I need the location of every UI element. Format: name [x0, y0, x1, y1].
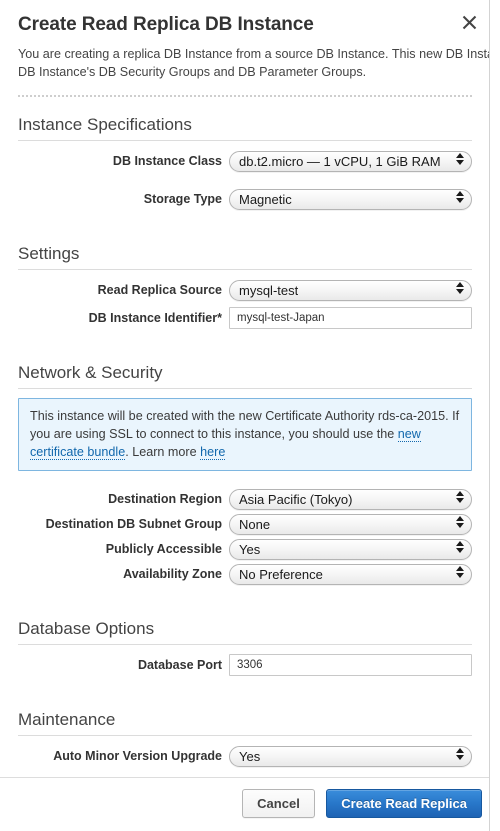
field-row-destination-region: Destination Region Asia Pacific (Tokyo): [18, 488, 472, 510]
storage-type-select[interactable]: Magnetic: [229, 188, 472, 210]
chevron-updown-icon: [455, 282, 464, 298]
dialog-header: Create Read Replica DB Instance: [0, 0, 490, 42]
destination-region-value: Asia Pacific (Tokyo): [239, 491, 353, 507]
availability-zone-value: No Preference: [239, 566, 323, 582]
chevron-updown-icon: [455, 566, 464, 582]
header-divider: [18, 95, 472, 97]
publicly-accessible-select[interactable]: Yes: [229, 538, 472, 560]
label-auto-minor-version-upgrade: Auto Minor Version Upgrade: [53, 748, 222, 763]
section-title-network-security: Network & Security: [18, 345, 472, 389]
close-icon[interactable]: [456, 10, 482, 36]
label-db-instance-identifier: DB Instance Identifier*: [88, 310, 222, 325]
db-instance-class-select[interactable]: db.t2.micro — 1 vCPU, 1 GiB RAM: [229, 150, 472, 172]
section-title-maintenance: Maintenance: [18, 692, 472, 736]
field-row-publicly-accessible: Publicly Accessible Yes: [18, 538, 472, 560]
label-db-instance-class: DB Instance Class: [112, 153, 222, 168]
destination-db-subnet-group-select[interactable]: None: [229, 513, 472, 535]
field-row-availability-zone: Availability Zone No Preference: [18, 563, 472, 585]
read-replica-source-value: mysql-test: [239, 282, 299, 298]
window-right-edge: [489, 0, 490, 831]
chevron-updown-icon: [455, 153, 464, 169]
chevron-updown-icon: [455, 748, 464, 764]
field-row-storage-type: Storage Type Magnetic: [18, 188, 472, 210]
create-read-replica-dialog: Create Read Replica DB Instance You are …: [0, 0, 490, 831]
dialog-footer: Cancel Create Read Replica: [0, 777, 490, 831]
chevron-updown-icon: [455, 516, 464, 532]
storage-type-value: Magnetic: [239, 191, 292, 207]
auto-minor-version-upgrade-value: Yes: [239, 748, 261, 764]
label-destination-region: Destination Region: [108, 491, 222, 506]
section-title-instance-specifications: Instance Specifications: [18, 97, 472, 141]
notice-text-part-2: . Learn more: [125, 445, 201, 459]
destination-region-select[interactable]: Asia Pacific (Tokyo): [229, 488, 472, 510]
field-row-db-instance-class: DB Instance Class db.t2.micro — 1 vCPU, …: [18, 150, 472, 172]
auto-minor-version-upgrade-select[interactable]: Yes: [229, 745, 472, 767]
create-read-replica-button[interactable]: Create Read Replica: [326, 789, 482, 818]
dialog-description-line-2: DB Instance's DB Security Groups and DB …: [18, 65, 367, 79]
label-publicly-accessible: Publicly Accessible: [105, 541, 222, 556]
learn-more-here-link[interactable]: here: [200, 445, 226, 460]
field-row-auto-minor-version-upgrade: Auto Minor Version Upgrade Yes: [18, 745, 472, 767]
publicly-accessible-value: Yes: [239, 541, 261, 557]
label-destination-db-subnet-group: Destination DB Subnet Group: [45, 516, 222, 531]
chevron-updown-icon: [455, 541, 464, 557]
field-row-db-instance-identifier: DB Instance Identifier*: [18, 307, 472, 329]
cancel-button[interactable]: Cancel: [242, 789, 315, 818]
section-title-database-options: Database Options: [18, 601, 472, 645]
label-database-port: Database Port: [137, 657, 222, 672]
availability-zone-select[interactable]: No Preference: [229, 563, 472, 585]
notice-text-part-1: This instance will be created with the n…: [30, 409, 460, 441]
field-row-read-replica-source: Read Replica Source mysql-test: [18, 279, 472, 301]
label-storage-type: Storage Type: [143, 191, 222, 206]
field-row-database-port: Database Port: [18, 654, 472, 676]
section-title-settings: Settings: [18, 226, 472, 270]
chevron-updown-icon: [455, 191, 464, 207]
page-title: Create Read Replica DB Instance: [18, 14, 314, 35]
label-availability-zone: Availability Zone: [123, 566, 222, 581]
db-instance-identifier-input[interactable]: [229, 307, 472, 329]
chevron-updown-icon: [455, 491, 464, 507]
dialog-description: You are creating a replica DB Instance f…: [0, 42, 490, 81]
read-replica-source-select[interactable]: mysql-test: [229, 279, 472, 301]
db-instance-class-value: db.t2.micro — 1 vCPU, 1 GiB RAM: [239, 153, 441, 169]
destination-db-subnet-group-value: None: [239, 516, 271, 532]
field-row-destination-db-subnet-group: Destination DB Subnet Group None: [18, 513, 472, 535]
dialog-description-line-1: You are creating a replica DB Instance f…: [18, 47, 490, 61]
label-read-replica-source: Read Replica Source: [97, 282, 222, 297]
certificate-authority-notice: This instance will be created with the n…: [18, 398, 472, 471]
database-port-input[interactable]: [229, 654, 472, 676]
dialog-body: Instance Specifications DB Instance Clas…: [0, 97, 490, 767]
